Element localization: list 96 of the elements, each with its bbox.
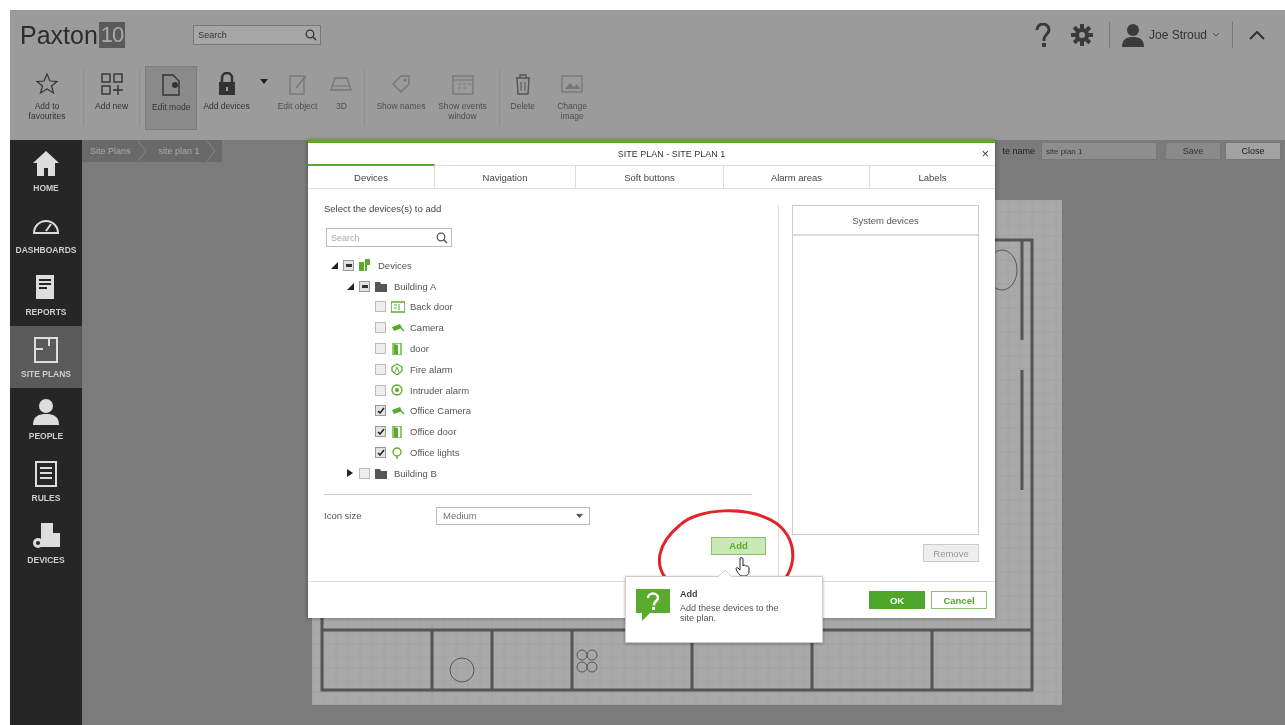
- expanded-triangle-icon: [330, 261, 338, 269]
- tab[interactable]: Labels: [870, 166, 995, 188]
- checkbox[interactable]: [375, 301, 386, 313]
- checkbox[interactable]: [359, 280, 370, 292]
- person-icon: [1121, 23, 1144, 47]
- collapsed-triangle-icon: [346, 469, 354, 478]
- card-reader-icon: [391, 301, 405, 313]
- tab[interactable]: Navigation: [435, 166, 576, 188]
- icon-size-dropdown[interactable]: Medium: [436, 506, 590, 525]
- tooltip-title: Add: [680, 589, 699, 599]
- tab[interactable]: Devices: [308, 164, 435, 188]
- close-button[interactable]: ×: [981, 147, 989, 160]
- dash-icon: [345, 263, 352, 267]
- sidebar-nav-item[interactable]: DEVICES: [10, 512, 82, 574]
- chevron-down-icon: [1212, 32, 1220, 38]
- toolbar-button[interactable]: Add to favourites: [16, 66, 78, 130]
- floor-plan-icon: [31, 335, 61, 365]
- shield-icon: [391, 363, 405, 376]
- tab[interactable]: Alarm areas: [724, 166, 870, 188]
- search-field[interactable]: Search: [326, 228, 452, 247]
- search-icon: [305, 29, 318, 41]
- tooltip-text: Add these devices to the site plan.: [680, 604, 780, 624]
- checkbox[interactable]: [359, 467, 370, 479]
- checkbox[interactable]: [375, 343, 386, 355]
- checkbox[interactable]: [375, 405, 386, 417]
- instruction-text: Select the devices(s) to add: [324, 203, 443, 214]
- house-icon: [31, 149, 61, 179]
- search-icon: [436, 232, 448, 244]
- site-name-field[interactable]: site plan 1: [1041, 142, 1157, 160]
- sidebar-nav-item[interactable]: PEOPLE: [10, 388, 82, 450]
- checkbox[interactable]: [375, 322, 386, 334]
- user-menu-button[interactable]: Joe Stroud: [1115, 23, 1226, 47]
- question-mark-icon: [1034, 23, 1051, 47]
- door-icon: [391, 342, 405, 355]
- logo-badge: 10: [98, 22, 126, 48]
- folder-icon: [375, 280, 389, 293]
- tree-item[interactable]: Building A: [394, 280, 437, 292]
- sidebar-nav-item[interactable]: HOME: [10, 140, 82, 202]
- dash-icon: [361, 284, 368, 288]
- calendar-icon: [450, 72, 475, 96]
- toolbar-button[interactable]: Add devices: [197, 66, 256, 130]
- checkmark-icon: [376, 428, 385, 436]
- person-icon: [31, 397, 61, 427]
- grid-plus-icon: [99, 72, 124, 96]
- checkbox[interactable]: [375, 426, 386, 438]
- toolbar-button[interactable]: Edit mode: [145, 66, 198, 130]
- search-field[interactable]: Search: [193, 25, 322, 45]
- alarm-icon: [391, 384, 405, 397]
- tree-item[interactable]: door: [410, 343, 429, 355]
- tree-item[interactable]: Office door: [410, 426, 457, 438]
- field-label: Icon size: [324, 510, 363, 522]
- chevron-right-icon: [136, 141, 147, 161]
- door-icon: [391, 425, 405, 438]
- tree-item[interactable]: Office lights: [410, 447, 460, 459]
- sidebar-nav-item[interactable]: REPORTS: [10, 264, 82, 326]
- sidebar-nav-item[interactable]: DASHBOARDS: [10, 202, 82, 264]
- buildings-gear-icon: [31, 521, 61, 551]
- expand-toggle[interactable]: [346, 469, 354, 478]
- dialog-title: SITE PLAN - SITE PLAN 1: [617, 149, 726, 159]
- sidebar-nav-item[interactable]: RULES: [10, 450, 82, 512]
- picture-icon: [560, 72, 585, 96]
- chevron-right-icon: [205, 141, 216, 161]
- site-name-label: te name: [1002, 146, 1035, 156]
- checkbox[interactable]: [375, 384, 386, 396]
- expand-toggle[interactable]: [346, 282, 354, 290]
- camera-icon: [391, 404, 405, 417]
- tree-item[interactable]: Devices: [378, 259, 412, 271]
- action-button[interactable]: Close: [1225, 142, 1281, 160]
- checkbox[interactable]: [343, 259, 354, 271]
- list-heading: System devices: [793, 206, 978, 236]
- tree-item[interactable]: Fire alarm: [410, 363, 453, 375]
- chevron-up-icon: [1249, 30, 1265, 40]
- expanded-triangle-icon: [346, 282, 354, 290]
- question-speech-bubble-icon: [636, 589, 672, 621]
- star-icon: [35, 72, 59, 96]
- tree-item[interactable]: Camera: [410, 322, 444, 334]
- tab[interactable]: Soft buttons: [576, 166, 724, 188]
- checkmark-icon: [376, 407, 385, 415]
- caret-down-icon: [576, 513, 583, 518]
- folder-icon: [375, 467, 389, 480]
- caret-down-icon: [259, 78, 268, 84]
- tree-item[interactable]: Office Camera: [410, 405, 472, 417]
- checkbox[interactable]: [375, 363, 386, 375]
- tree-item[interactable]: Building B: [394, 467, 437, 479]
- expand-toggle[interactable]: [330, 261, 338, 269]
- checkmark-icon: [376, 449, 385, 457]
- logo-text: Paxton: [20, 20, 98, 50]
- toolbar-button[interactable]: Add new: [89, 66, 135, 130]
- building-icon: [359, 259, 373, 272]
- checkbox[interactable]: [375, 447, 386, 459]
- sidebar-nav-item[interactable]: SITE PLANS: [10, 326, 82, 388]
- tree-item[interactable]: Back door: [410, 301, 453, 313]
- camera-icon: [391, 321, 405, 334]
- light-bulb-icon: [391, 446, 405, 459]
- tree-item[interactable]: Intruder alarm: [410, 384, 470, 396]
- settings-icon: [1070, 24, 1093, 46]
